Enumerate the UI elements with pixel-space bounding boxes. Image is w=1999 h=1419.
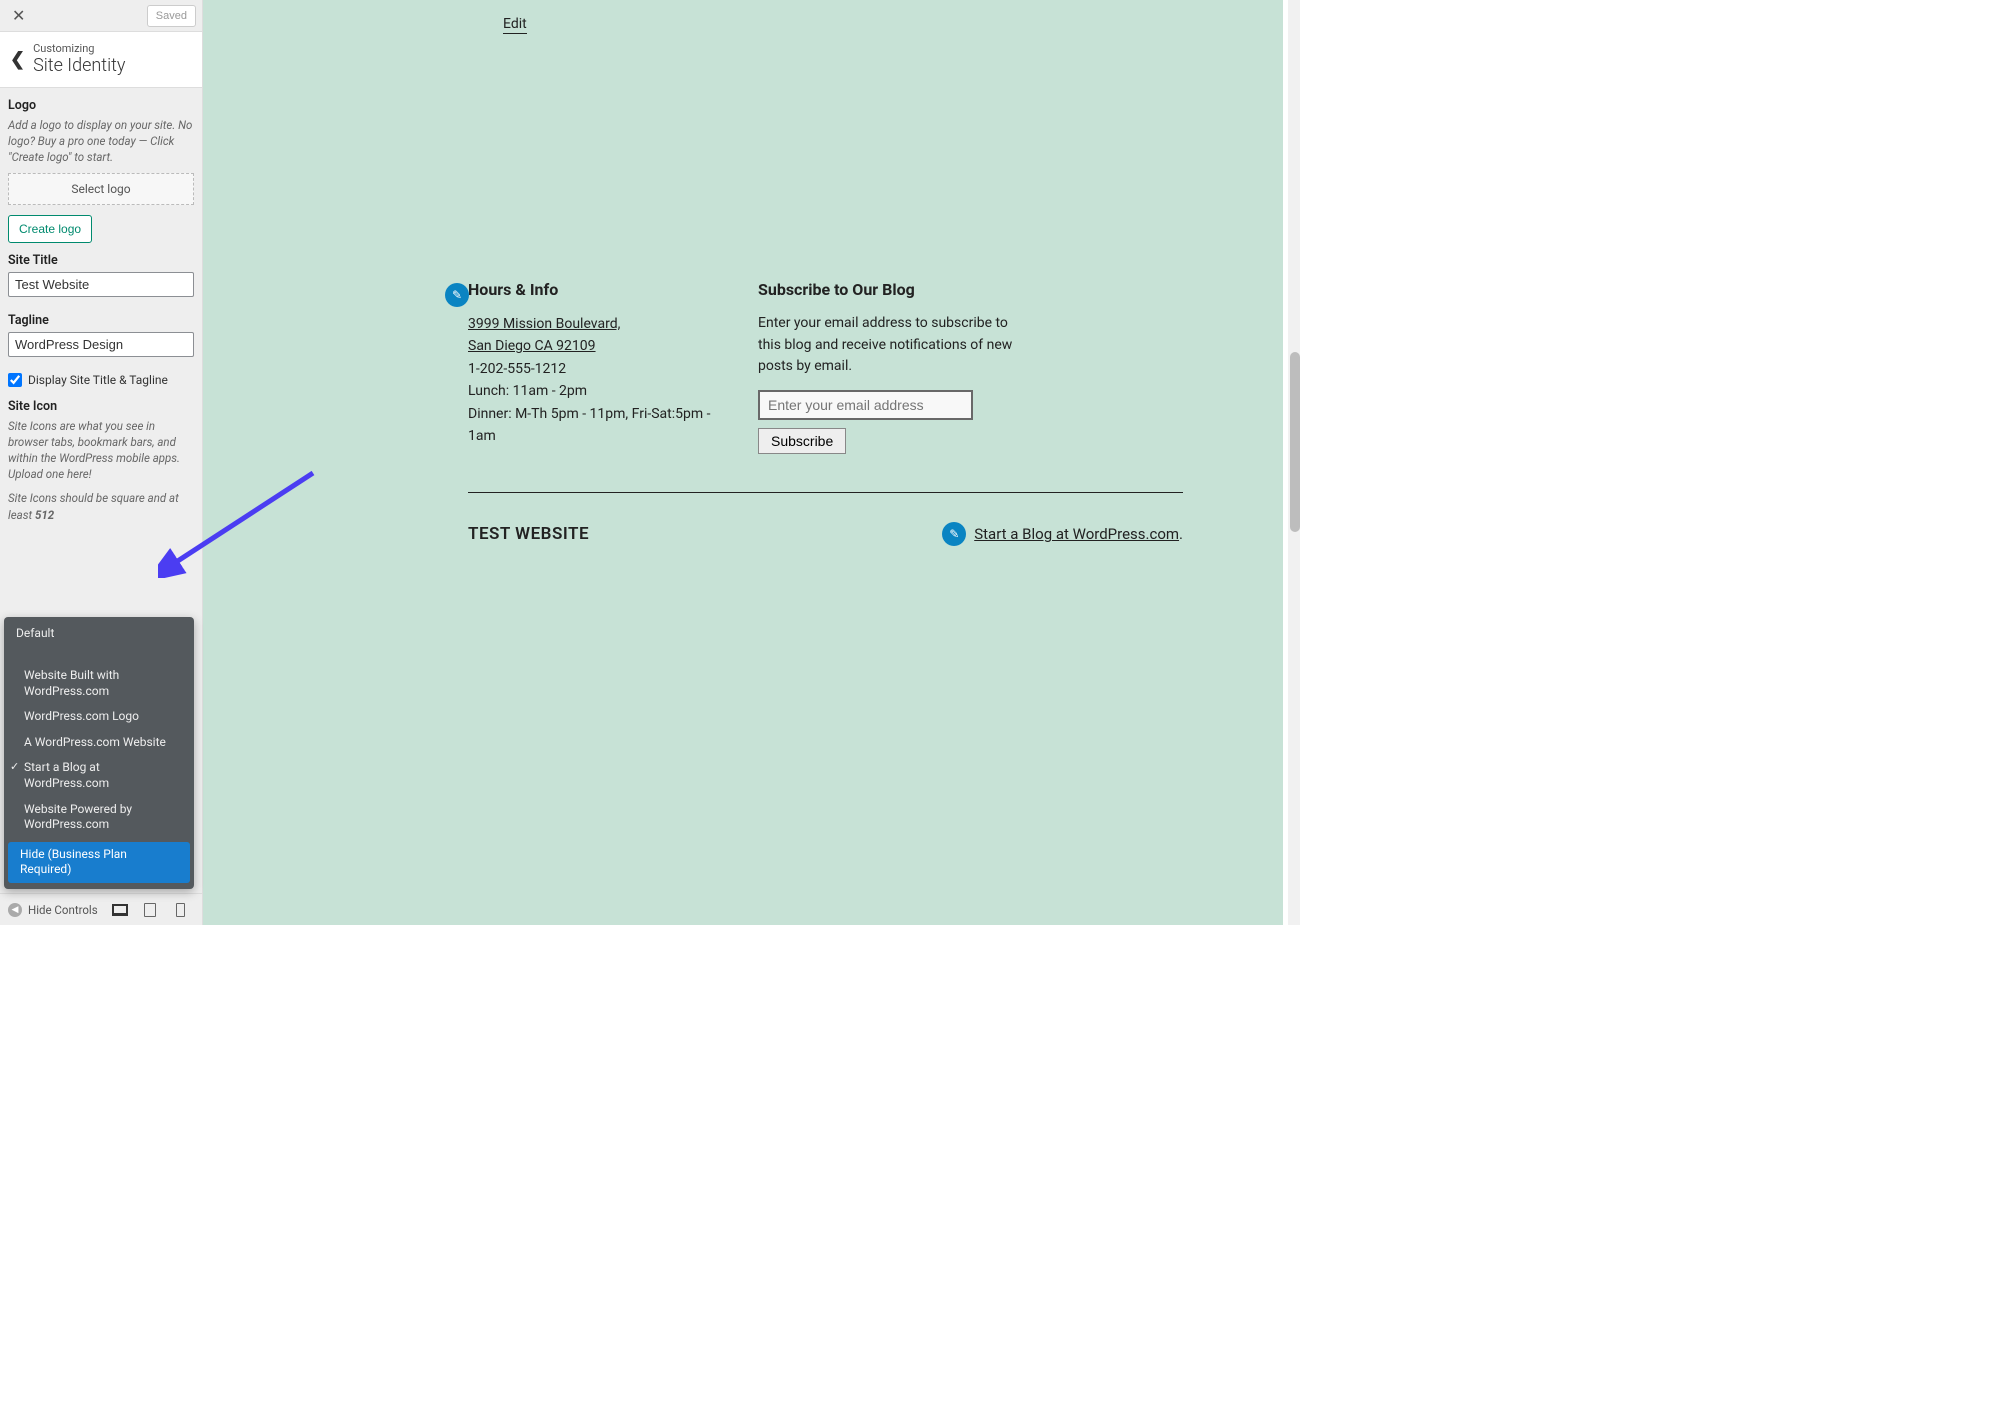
site-icon-help2: Site Icons should be square and at least… <box>8 490 194 522</box>
dropdown-item-hide[interactable]: Hide (Business Plan Required) <box>8 842 190 883</box>
preview-wrap: Edit ✎ Hours & Info 3999 Mission Bouleva… <box>203 0 1303 925</box>
dropdown-item[interactable]: WordPress.com Logo <box>4 704 194 730</box>
hours-title: Hours & Info <box>468 280 718 299</box>
site-title-label: Site Title <box>8 253 194 268</box>
footer-site-name: TEST WEBSITE <box>468 524 589 544</box>
subscribe-email-input[interactable] <box>758 390 973 420</box>
sidebar-topbar: ✕ Saved <box>0 0 202 32</box>
dropdown-item[interactable]: Website Powered by WordPress.com <box>4 797 194 838</box>
saved-button[interactable]: Saved <box>147 5 196 27</box>
customizer-sidebar: ✕ Saved ❮ Customizing Site Identity Logo… <box>0 0 203 925</box>
subscribe-button[interactable]: Subscribe <box>758 428 846 454</box>
tagline-input[interactable] <box>8 332 194 357</box>
dinner-text: Dinner: M-Th 5pm - 11pm, Fri-Sat:5pm - 1… <box>468 403 718 448</box>
sidebar-bottom-bar: ◀ Hide Controls <box>0 893 202 925</box>
site-title-input[interactable] <box>8 272 194 297</box>
section-header: ❮ Customizing Site Identity <box>0 32 202 88</box>
dropdown-item-checked[interactable]: Start a Blog at WordPress.com <box>4 755 194 796</box>
collapse-icon: ◀ <box>8 903 22 917</box>
dropdown-item-default[interactable]: Default <box>4 621 194 647</box>
address-line1-link[interactable]: 3999 Mission Boulevard, <box>468 316 620 332</box>
site-preview: Edit ✎ Hours & Info 3999 Mission Bouleva… <box>203 0 1283 925</box>
select-logo-button[interactable]: Select logo <box>8 173 194 205</box>
subscribe-widget: Subscribe to Our Blog Enter your email a… <box>758 280 1018 454</box>
logo-help: Add a logo to display on your site. No l… <box>8 117 194 165</box>
address-line2-link[interactable]: San Diego CA 92109 <box>468 338 596 354</box>
section-eyebrow: Customizing <box>33 42 125 55</box>
lunch-text: Lunch: 11am - 2pm <box>468 380 718 402</box>
dropdown-item[interactable]: A WordPress.com Website <box>4 730 194 756</box>
section-title: Site Identity <box>33 55 125 77</box>
vertical-scrollbar[interactable] <box>1288 0 1300 925</box>
pencil-icon[interactable]: ✎ <box>942 522 966 546</box>
hide-controls-button[interactable]: ◀ Hide Controls <box>8 903 98 917</box>
close-icon[interactable]: ✕ <box>6 2 31 29</box>
dropdown-item[interactable]: Website Built with WordPress.com <box>4 663 194 704</box>
edit-shortcut[interactable]: Edit <box>503 16 527 34</box>
subscribe-desc: Enter your email address to subscribe to… <box>758 313 1018 378</box>
pencil-icon[interactable]: ✎ <box>445 283 469 307</box>
hide-controls-label: Hide Controls <box>28 903 98 917</box>
footer-credit-dropdown[interactable]: Default Website Built with WordPress.com… <box>4 617 194 889</box>
footer-divider <box>468 492 1183 493</box>
footer-row: TEST WEBSITE ✎ Start a Blog at WordPress… <box>468 522 1183 546</box>
chevron-left-icon[interactable]: ❮ <box>6 49 33 70</box>
footer-credit-link[interactable]: Start a Blog at WordPress.com <box>974 525 1179 543</box>
desktop-icon[interactable] <box>112 903 128 917</box>
site-icon-help1: Site Icons are what you see in browser t… <box>8 418 194 482</box>
hours-info-widget: Hours & Info 3999 Mission Boulevard, San… <box>468 280 718 454</box>
phone-text: 1-202-555-1212 <box>468 358 718 380</box>
scrollbar-thumb[interactable] <box>1290 352 1300 532</box>
mobile-icon[interactable] <box>172 903 188 917</box>
footer-period: . <box>1179 525 1183 543</box>
logo-heading: Logo <box>8 98 194 113</box>
tablet-icon[interactable] <box>142 903 158 917</box>
tagline-label: Tagline <box>8 313 194 328</box>
subscribe-title: Subscribe to Our Blog <box>758 280 1018 299</box>
display-title-checkbox[interactable] <box>8 373 22 387</box>
create-logo-button[interactable]: Create logo <box>8 215 92 243</box>
site-icon-heading: Site Icon <box>8 399 194 414</box>
display-title-label: Display Site Title & Tagline <box>28 373 168 387</box>
